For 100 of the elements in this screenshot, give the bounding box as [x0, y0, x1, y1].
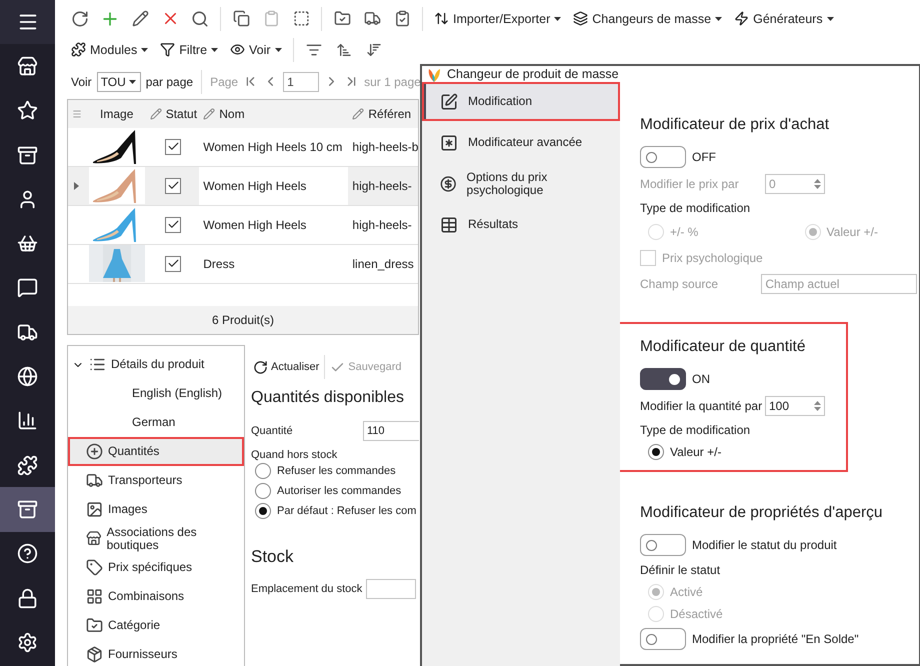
quantity-field[interactable]: 110 — [363, 421, 419, 441]
field-label: Modifier le prix par — [640, 177, 740, 191]
menu-button[interactable]: Changeurs de masse — [569, 6, 726, 31]
menu-button[interactable]: Modules — [67, 38, 152, 62]
table-cell: high-heels- — [352, 178, 412, 193]
caret-icon — [715, 16, 722, 21]
help-icon — [17, 543, 38, 564]
sidebar-item[interactable] — [0, 487, 55, 532]
field-label: Modifier la quantité par — [640, 399, 764, 413]
package-icon — [86, 646, 103, 663]
checkbox[interactable] — [165, 138, 182, 155]
toggle-switch[interactable] — [640, 146, 686, 168]
menu-button[interactable]: Générateurs — [730, 6, 838, 31]
store-icon — [86, 530, 102, 547]
number-field[interactable]: 100 — [765, 396, 825, 416]
star-icon — [17, 100, 38, 122]
tree-item[interactable]: German — [68, 408, 244, 437]
column-header[interactable]: Statut — [166, 106, 198, 121]
section-heading: Modificateur de prix d'achat — [640, 116, 830, 134]
arrows-icon — [434, 11, 449, 26]
grid-icon — [86, 588, 103, 605]
menu-button[interactable] — [0, 0, 55, 44]
edit-icon — [440, 92, 458, 110]
table-cell: high-heels-b — [352, 140, 418, 154]
table-cell: Dress — [203, 256, 235, 271]
page-field[interactable]: 1 — [283, 72, 320, 92]
radio[interactable] — [255, 483, 271, 499]
field-caption: Définir le statut — [640, 562, 722, 579]
menu-button[interactable]: Voir — [226, 38, 286, 62]
menu-button[interactable]: Filtre — [156, 38, 222, 62]
toggle-label: OFF — [692, 150, 716, 164]
radio-option[interactable]: Autoriser les commandes — [255, 481, 416, 501]
image-icon — [86, 501, 103, 518]
tree-item[interactable]: Combinaisons — [68, 582, 244, 611]
settings-icon — [17, 632, 38, 653]
tree-item[interactable]: Fournisseurs — [68, 640, 244, 666]
caret-icon — [211, 48, 218, 52]
radio[interactable] — [255, 463, 271, 479]
table-cell: Women High Heels — [203, 178, 306, 193]
tree-item[interactable]: Transporteurs — [68, 466, 244, 495]
column-menu-icon[interactable] — [72, 108, 82, 119]
radio-option[interactable]: Par défaut : Refuser les com — [255, 501, 416, 521]
column-header[interactable]: Nom — [219, 106, 245, 121]
basket-icon — [17, 233, 38, 254]
eye-icon — [230, 42, 246, 58]
toggle-label: Modifier la propriété "En Solde" — [692, 632, 859, 646]
radio[interactable] — [255, 503, 271, 519]
checkbox[interactable] — [165, 216, 182, 233]
checkbox[interactable] — [165, 256, 182, 272]
dollar-icon — [440, 174, 457, 192]
globe-icon — [17, 366, 38, 388]
toggle-switch[interactable] — [640, 368, 686, 390]
toggle-switch[interactable] — [640, 534, 686, 556]
puzzle-icon — [17, 454, 38, 476]
field-caption: Type de modification — [640, 422, 752, 439]
column-header[interactable]: Image — [100, 106, 134, 121]
list-icon — [89, 356, 106, 373]
radio-option[interactable]: Refuser les commandes — [255, 461, 416, 481]
tree-item[interactable]: English (English) — [68, 379, 244, 408]
table-row[interactable]: Women High Heels 10 cm high-heels-b — [68, 128, 418, 167]
tree-item[interactable]: Quantités — [68, 437, 244, 466]
tree-item[interactable]: Images — [68, 495, 244, 524]
page-total: sur 1 page — [364, 74, 421, 89]
show-label: Voir — [71, 74, 92, 89]
location-field[interactable] — [366, 579, 416, 599]
table-row[interactable]: Dress linen_dress — [68, 244, 418, 284]
archive-icon — [17, 144, 38, 166]
column-header[interactable]: Référen — [368, 106, 412, 121]
asterisk-icon — [440, 134, 458, 152]
field-label: Champ source — [640, 277, 720, 291]
page-size-select[interactable]: TOU — [96, 72, 141, 92]
nav-item[interactable]: Modificateur avancée — [422, 123, 620, 162]
spinner-icon[interactable] — [814, 400, 821, 412]
table-cell: high-heels- — [352, 218, 412, 232]
field-label: Quand hors stock — [251, 449, 338, 461]
table-cell: linen_dress — [352, 256, 414, 271]
section-heading: Modificateur de quantité — [640, 338, 806, 356]
truck-icon — [86, 472, 103, 489]
radio[interactable] — [648, 444, 664, 460]
truck-icon — [17, 322, 38, 343]
puzzle-icon — [71, 42, 86, 58]
radio-option[interactable]: Valeur +/- — [648, 442, 846, 462]
lightning-icon — [734, 11, 750, 26]
tree-item[interactable]: Détails du produit — [68, 350, 244, 379]
checkbox[interactable] — [165, 178, 182, 194]
tree-item[interactable]: Prix spécifiques — [68, 553, 244, 582]
toggle-switch[interactable] — [640, 628, 686, 650]
tree-item[interactable]: Associations des boutiques — [68, 524, 244, 553]
nav-item[interactable]: Options du prix psychologique — [422, 164, 620, 203]
menu-button[interactable]: Importer/Exporter — [430, 6, 566, 31]
tree-item[interactable]: Catégorie — [68, 611, 244, 640]
field-caption: Type de modification — [640, 200, 752, 217]
circle-plus-icon — [86, 443, 103, 460]
table-row[interactable]: Women High Heels high-heels- — [68, 206, 418, 245]
table-row[interactable]: Women High Heels high-heels- — [68, 166, 418, 206]
refresh-button[interactable]: Actualiser — [251, 354, 322, 380]
caret-icon — [128, 80, 136, 84]
nav-item[interactable]: Résultats — [422, 205, 620, 244]
toggle-label: Modifier le statut du produit — [692, 538, 837, 552]
nav-item[interactable]: Modification — [422, 82, 620, 121]
